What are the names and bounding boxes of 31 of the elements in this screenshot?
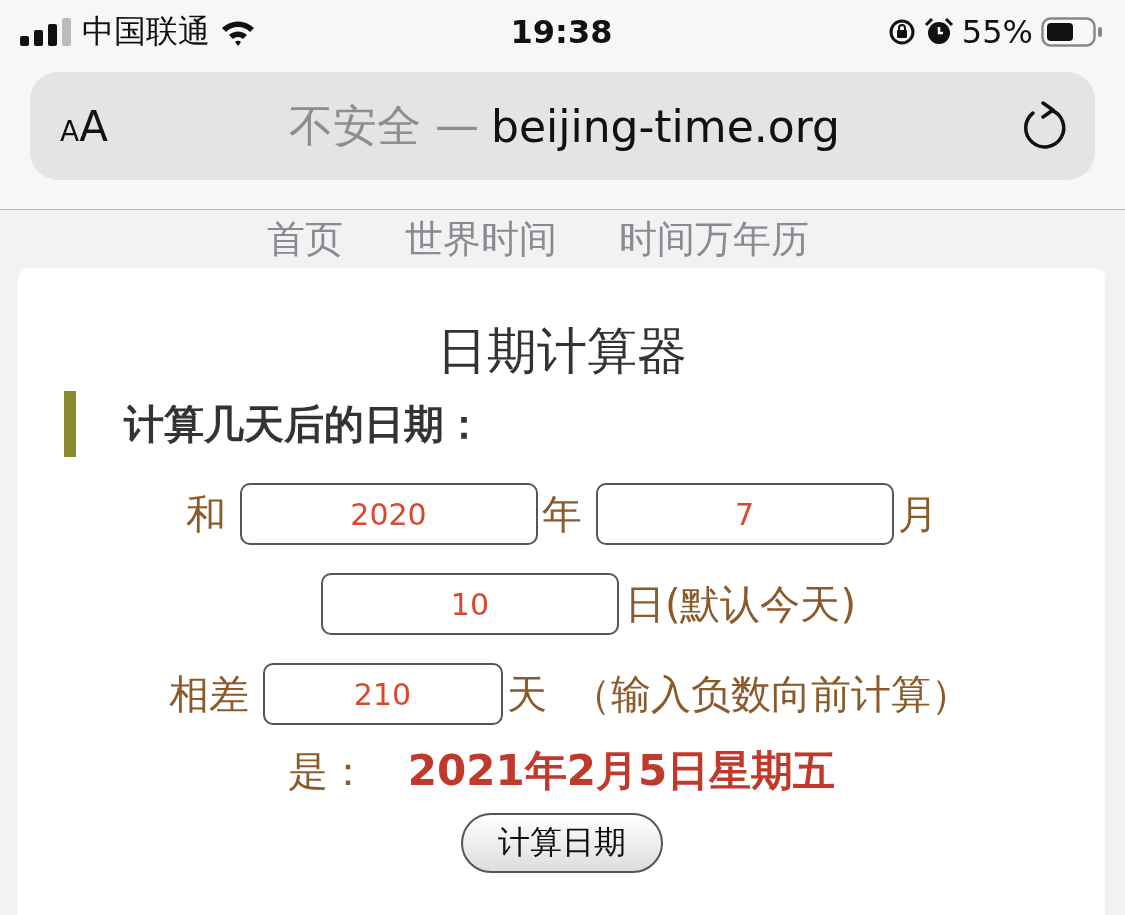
nav-link[interactable]: 时间万年历 [618,213,809,265]
section-heading: 计算几天后的日期： [124,399,484,449]
alarm-icon [923,17,954,47]
field-label: 日(默认今天) [624,579,857,629]
battery-percent: 55% [961,13,1033,51]
year-field[interactable]: 2020 [239,483,538,545]
nav-link[interactable]: 世界时间 [404,213,557,265]
result-label: 是： [287,746,368,796]
accent-bar [64,391,76,457]
field-label: 和 [185,489,226,539]
field-label: 天 [506,669,547,719]
day-field[interactable]: 10 [320,573,619,635]
month-field[interactable]: 7 [595,483,894,545]
calculator-title: 日期计算器 [435,321,688,382]
clock-time: 19:38 [510,13,613,51]
rotation-lock-icon [887,18,916,46]
calculate-button[interactable]: 计算日期 [460,813,663,873]
text-size-button[interactable]: AA [60,101,108,151]
field-label: 年 [541,489,582,539]
domain-text: beijing-time.org [490,100,840,152]
field-label: 相差 [168,669,249,719]
signal-icon [20,18,72,46]
address-bar[interactable]: AA 不安全 — beijing-time.org [30,72,1095,180]
field-label: 月 [897,489,938,539]
hint-text: （输入负数向前计算） [570,669,971,719]
nav-link[interactable]: 首页 [266,213,343,265]
battery-icon [1041,17,1103,47]
carrier-name: 中国联通 [82,11,210,52]
days-field[interactable]: 210 [262,663,503,725]
security-warning: 不安全 — [288,98,479,153]
result-date: 2021年2月5日星期五 [407,745,836,797]
